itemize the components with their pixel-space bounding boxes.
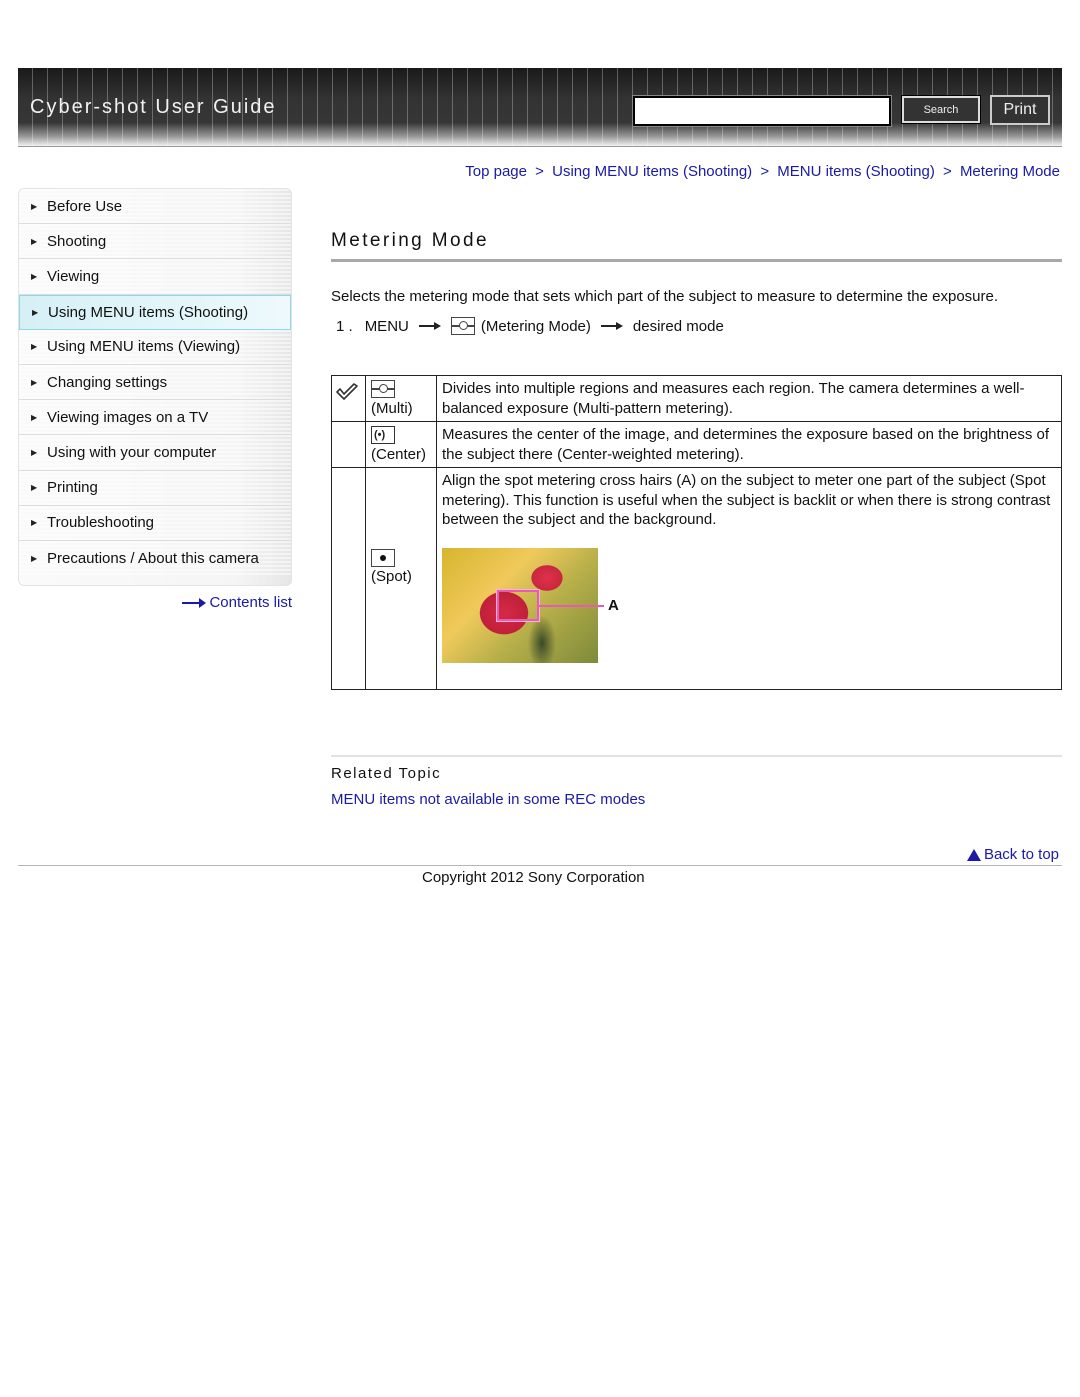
mode-description: Measures the center of the image, and de…: [436, 421, 1062, 468]
breadcrumb-separator: >: [943, 163, 952, 180]
sidebar-item-using-menu-viewing[interactable]: ▶ Using MENU items (Viewing): [19, 329, 291, 365]
mode-name: (Multi): [371, 399, 413, 417]
sidebar-item-label: Changing settings: [47, 373, 168, 391]
metering-center-icon: [371, 426, 395, 446]
sidebar-item-label: Before Use: [47, 197, 123, 215]
sidebar-item-label: Viewing: [47, 267, 100, 285]
step-menu: MENU: [364, 317, 409, 335]
callout-label: A: [608, 596, 619, 614]
mode-cell: (Center): [365, 421, 437, 468]
page-title: Metering Mode: [331, 230, 489, 251]
sidebar-item-troubleshooting[interactable]: ▶ Troubleshooting: [19, 505, 291, 541]
back-to-top-label: Back to top: [983, 846, 1059, 863]
related-topic-heading: Related Topic: [331, 765, 442, 782]
triangle-right-icon: ▶: [31, 483, 38, 493]
breadcrumb-separator: >: [535, 163, 544, 180]
app-title: Cyber-shot User Guide: [30, 96, 277, 118]
arrow-right-icon: [600, 321, 623, 331]
spot-metering-illustration: A: [442, 547, 642, 664]
step-target: desired mode: [632, 317, 724, 335]
print-button[interactable]: Print: [990, 95, 1050, 125]
back-to-top-link[interactable]: Back to top: [966, 846, 1059, 863]
metering-modes-table: (Multi) Divides into multiple regions an…: [331, 375, 1062, 690]
triangle-right-icon: ▶: [31, 271, 38, 281]
sidebar-item-label: Shooting: [47, 232, 107, 250]
mode-name: (Center): [371, 445, 427, 463]
triangle-right-icon: ▶: [31, 553, 38, 563]
metering-multi-icon: [371, 380, 395, 399]
triangle-right-icon: ▶: [31, 201, 38, 211]
sidebar-item-printing[interactable]: ▶ Printing: [19, 470, 291, 506]
triangle-right-icon: ▶: [32, 307, 39, 317]
breadcrumb-using-menu-shooting[interactable]: Using MENU items (Shooting): [552, 163, 752, 180]
default-cell: [331, 375, 366, 422]
sidebar-item-label: Precautions / About this camera: [47, 549, 259, 567]
sidebar-item-label: Troubleshooting: [47, 514, 155, 532]
mode-cell: (Spot): [365, 467, 437, 690]
triangle-right-icon: ▶: [31, 342, 38, 352]
triangle-up-icon: [966, 848, 981, 861]
sidebar-item-precautions[interactable]: ▶ Precautions / About this camera: [19, 540, 291, 577]
metering-spot-icon: [371, 548, 395, 567]
triangle-right-icon: ▶: [31, 377, 38, 387]
breadcrumb-separator: >: [760, 163, 770, 180]
breadcrumb: Top page > Using MENU items (Shooting) >…: [465, 163, 1060, 180]
arrow-right-icon: [182, 597, 207, 608]
sidebar-item-label: Using with your computer: [47, 443, 217, 461]
intro-text: Selects the metering mode that sets whic…: [331, 288, 999, 305]
step-item: (Metering Mode): [480, 317, 591, 335]
sidebar-item-using-menu-shooting[interactable]: ▶ Using MENU items (Shooting): [19, 294, 291, 330]
mode-description: Divides into multiple regions and measur…: [436, 375, 1062, 422]
table-row: (Center) Measures the center of the imag…: [331, 421, 1062, 468]
header-divider: [18, 146, 1062, 147]
sidebar-item-viewing-on-tv[interactable]: ▶ Viewing images on a TV: [19, 400, 291, 436]
related-divider: [331, 755, 1062, 757]
metering-multi-icon: [450, 317, 475, 335]
triangle-right-icon: ▶: [31, 447, 38, 457]
contents-list-label: Contents list: [209, 594, 292, 611]
table-row: (Spot) Align the spot metering cross hai…: [331, 467, 1062, 690]
spot-crosshair-frame: [496, 588, 540, 622]
sidebar-item-using-with-computer[interactable]: ▶ Using with your computer: [19, 435, 291, 471]
sidebar-item-label: Printing: [47, 479, 98, 497]
arrow-right-icon: [418, 321, 441, 331]
default-cell: [331, 467, 366, 690]
sidebar-item-label: Viewing images on a TV: [47, 408, 209, 426]
mode-description: Align the spot metering cross hairs (A) …: [442, 472, 1051, 528]
sidebar-item-shooting[interactable]: ▶ Shooting: [19, 224, 291, 260]
mode-cell: (Multi): [365, 375, 437, 422]
sidebar-item-changing-settings[interactable]: ▶ Changing settings: [19, 364, 291, 401]
sidebar-item-before-use[interactable]: ▶ Before Use: [19, 189, 291, 225]
mode-description-cell: Align the spot metering cross hairs (A) …: [436, 467, 1062, 690]
related-topic-link[interactable]: MENU items not available in some REC mod…: [331, 791, 645, 808]
breadcrumb-menu-items-shooting[interactable]: MENU items (Shooting): [777, 163, 935, 180]
copyright: Copyright 2012 Sony Corporation: [422, 869, 645, 886]
triangle-right-icon: ▶: [31, 518, 38, 528]
search-input[interactable]: [632, 95, 892, 127]
title-divider: [331, 259, 1062, 262]
triangle-right-icon: ▶: [31, 412, 38, 422]
mode-name: (Spot): [371, 568, 412, 586]
footer-divider: [18, 865, 1062, 866]
search-button[interactable]: Search: [901, 95, 981, 124]
callout-line: [539, 604, 604, 607]
sidebar-item-label: Using MENU items (Viewing): [47, 338, 241, 356]
contents-list-link[interactable]: Contents list: [182, 594, 292, 611]
table-row: (Multi) Divides into multiple regions an…: [331, 375, 1062, 422]
sidebar-item-label: Using MENU items (Shooting): [48, 303, 249, 321]
breadcrumb-metering-mode[interactable]: Metering Mode: [960, 163, 1060, 180]
step-number: 1 .: [336, 317, 353, 335]
sidebar-nav: ▶ Before Use ▶ Shooting ▶ Viewing ▶ Using ME…: [18, 188, 292, 586]
breadcrumb-top-page[interactable]: Top page: [465, 163, 527, 180]
triangle-right-icon: ▶: [31, 236, 38, 246]
default-cell: [331, 421, 366, 468]
sidebar-item-viewing[interactable]: ▶ Viewing: [19, 259, 291, 295]
procedure-step: 1 . MENU (Metering Mode) desired mode: [336, 317, 724, 335]
header-banner: Cyber-shot User Guide Search Print: [18, 68, 1062, 146]
check-mark-icon: [336, 383, 358, 400]
